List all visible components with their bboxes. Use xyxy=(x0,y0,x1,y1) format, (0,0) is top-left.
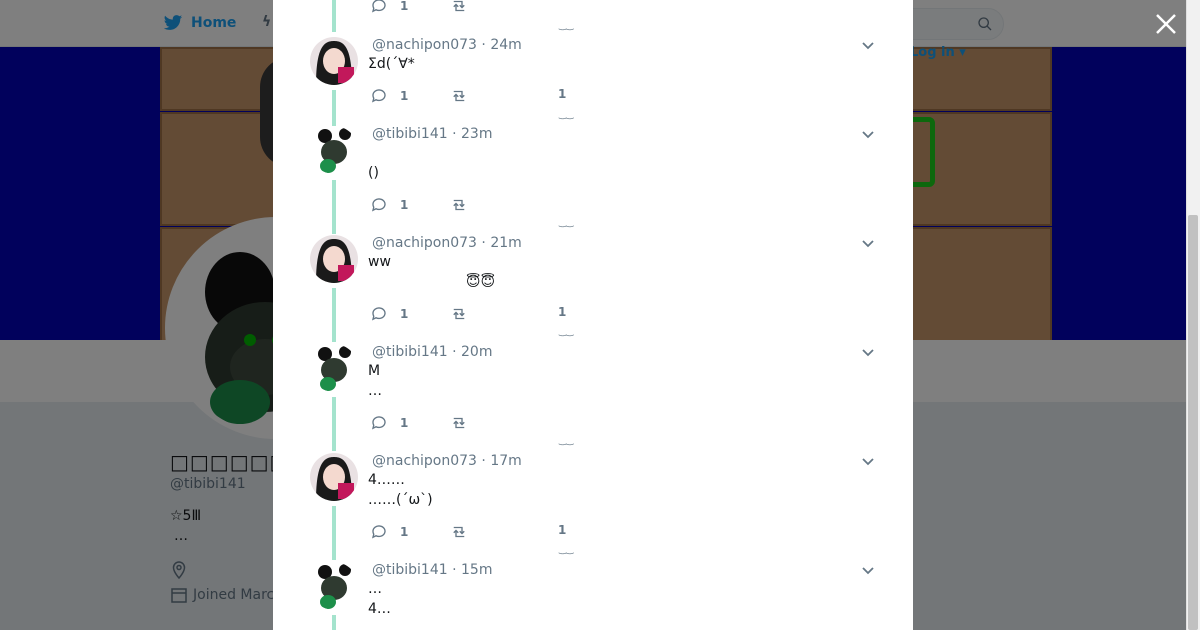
anime-girl-avatar-icon xyxy=(310,235,358,283)
tweet-time[interactable]: 20m xyxy=(461,344,492,360)
retweet-icon xyxy=(453,0,465,12)
reply-icon xyxy=(371,0,386,13)
tweet-text: ww 😇😇 xyxy=(368,254,496,290)
anime-girl-avatar-icon xyxy=(310,37,358,85)
reply-button[interactable]: 1 xyxy=(370,523,408,541)
reply-icon xyxy=(371,89,386,103)
chevron-down-icon[interactable] xyxy=(861,346,875,360)
tweet[interactable]: @nachipon073 · 21m ww 😇😇 1 1 ‿‿ xyxy=(273,235,913,337)
tweet-text: M … xyxy=(368,363,382,399)
tweet-handle[interactable]: @nachipon073 xyxy=(372,37,477,53)
avatar[interactable] xyxy=(310,453,358,501)
reply-icon xyxy=(371,525,386,539)
like-icon[interactable]: ‿‿ xyxy=(559,111,573,120)
tweet-handle[interactable]: @nachipon073 xyxy=(372,235,477,251)
tweet-time[interactable]: 21m xyxy=(490,235,521,251)
like-icon[interactable]: ‿‿ xyxy=(559,22,573,31)
like-icon[interactable]: ‿‿ xyxy=(559,437,573,446)
like-count[interactable]: 1 xyxy=(558,523,566,537)
tweet[interactable]: @nachipon073 · 17m 4…… ……(´ω`) 1 1 ‿‿ xyxy=(273,453,913,555)
tweet[interactable]: @tibibi141 · 20m M … 1 ‿‿ xyxy=(273,344,913,446)
reply-button[interactable]: 1 xyxy=(370,0,408,15)
like-count[interactable]: 1 xyxy=(558,305,566,319)
tweet-text: Σd(´∀* xyxy=(368,56,415,72)
avatar[interactable] xyxy=(310,562,358,610)
retweet-icon xyxy=(453,417,465,429)
tweet-handle[interactable]: @tibibi141 xyxy=(372,562,448,578)
reply-button[interactable]: 1 xyxy=(370,305,408,323)
retweet-button[interactable] xyxy=(450,523,468,545)
chevron-down-icon[interactable] xyxy=(861,237,875,251)
reply-button[interactable]: 1 xyxy=(370,87,408,105)
chevron-down-icon[interactable] xyxy=(861,564,875,578)
tweet[interactable]: 1 ‿‿ xyxy=(273,0,913,31)
tweet-time[interactable]: 15m xyxy=(461,562,492,578)
avatar[interactable] xyxy=(310,235,358,283)
avatar[interactable] xyxy=(310,126,358,174)
reply-icon xyxy=(371,198,386,212)
retweet-button[interactable] xyxy=(450,0,468,19)
like-icon[interactable]: ‿‿ xyxy=(559,546,573,555)
tweet-handle[interactable]: @tibibi141 xyxy=(372,344,448,360)
chimp-avatar-icon xyxy=(310,344,358,392)
chevron-down-icon[interactable] xyxy=(861,128,875,142)
tweet-text: … 4… xyxy=(368,581,391,617)
tweet-time[interactable]: 23m xyxy=(461,126,492,142)
retweet-icon xyxy=(453,526,465,538)
reply-icon xyxy=(371,307,386,321)
tweet[interactable]: @tibibi141 · 15m … 4… xyxy=(273,562,913,630)
retweet-icon xyxy=(453,308,465,320)
like-icon[interactable]: ‿‿ xyxy=(559,328,573,337)
like-count[interactable]: 1 xyxy=(558,87,566,101)
tweet-time[interactable]: 24m xyxy=(490,37,521,53)
page-scrollbar-thumb[interactable] xyxy=(1188,215,1198,630)
reply-icon xyxy=(371,416,386,430)
conversation-modal: 1 ‿‿ @nachipon073 · 24m Σd(´∀* 1 1 ‿‿ @t… xyxy=(273,0,913,630)
retweet-icon xyxy=(453,90,465,102)
chevron-down-icon[interactable] xyxy=(861,455,875,469)
retweet-button[interactable] xyxy=(450,196,468,218)
chimp-avatar-icon xyxy=(310,562,358,610)
avatar[interactable] xyxy=(310,37,358,85)
retweet-button[interactable] xyxy=(450,87,468,109)
tweet-text: 4…… ……(´ω`) xyxy=(368,472,433,508)
like-icon[interactable]: ‿‿ xyxy=(559,219,573,228)
chimp-avatar-icon xyxy=(310,126,358,174)
tweet-time[interactable]: 17m xyxy=(490,453,521,469)
anime-girl-avatar-icon xyxy=(310,453,358,501)
chevron-down-icon[interactable] xyxy=(861,39,875,53)
close-icon[interactable] xyxy=(1154,12,1178,36)
tweet-handle[interactable]: @nachipon073 xyxy=(372,453,477,469)
tweet-handle[interactable]: @tibibi141 xyxy=(372,126,448,142)
tweet[interactable]: @nachipon073 · 24m Σd(´∀* 1 1 ‿‿ xyxy=(273,37,913,127)
retweet-button[interactable] xyxy=(450,414,468,436)
avatar[interactable] xyxy=(310,344,358,392)
retweet-button[interactable] xyxy=(450,305,468,327)
tweet[interactable]: @tibibi141 · 23m () 1 ‿‿ xyxy=(273,126,913,228)
tweet-text: () xyxy=(368,165,379,181)
reply-button[interactable]: 1 xyxy=(370,414,408,432)
retweet-icon xyxy=(453,199,465,211)
reply-button[interactable]: 1 xyxy=(370,196,408,214)
